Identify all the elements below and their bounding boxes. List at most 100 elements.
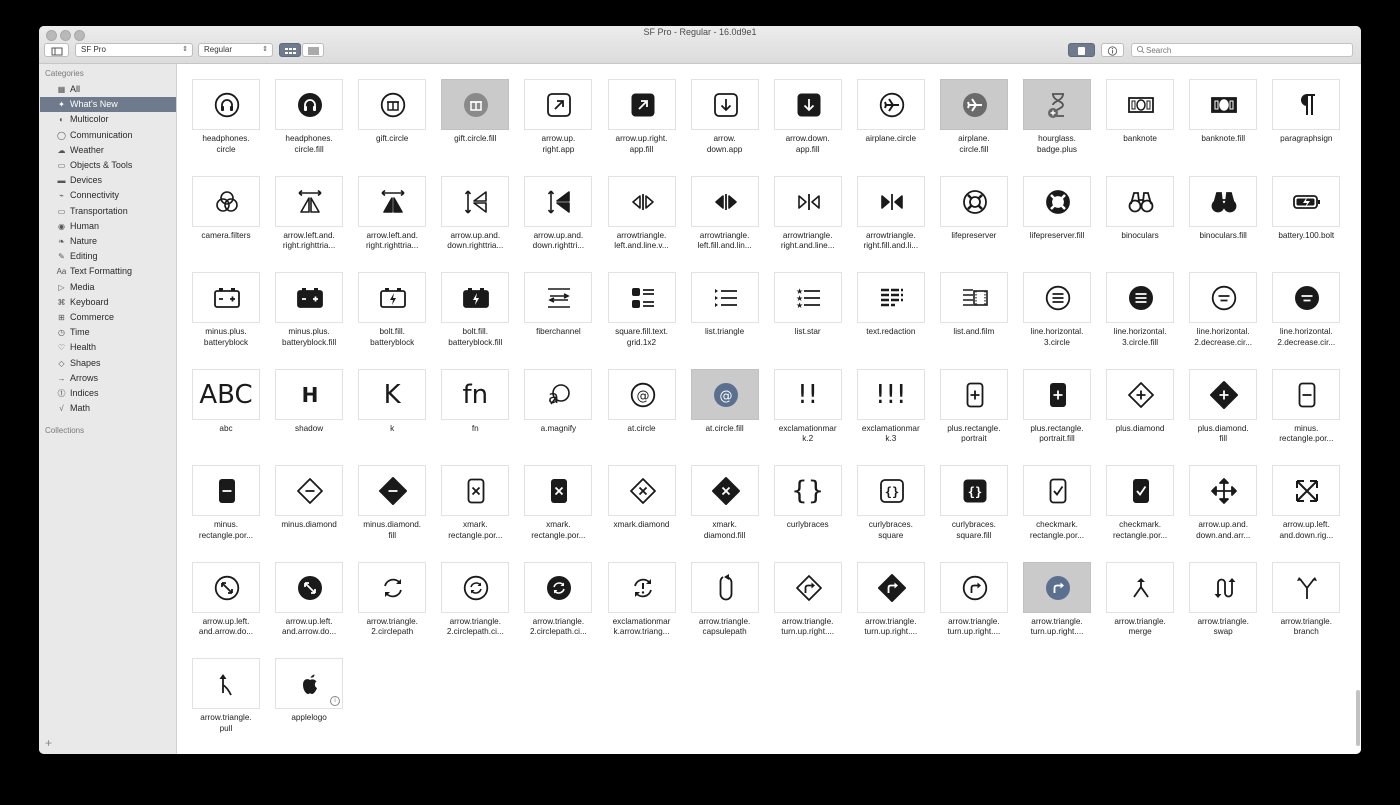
symbol-tile[interactable]: [1023, 561, 1091, 613]
symbol-tile[interactable]: [1189, 272, 1258, 323]
symbol-tile[interactable]: [607, 561, 676, 613]
sidebar-item[interactable]: ⌘ Keyboard: [40, 295, 176, 310]
symbol-tile[interactable]: [690, 79, 759, 130]
add-collection-button[interactable]: +: [45, 736, 52, 750]
symbol-tile[interactable]: [441, 465, 510, 516]
sidebar-item[interactable]: ⌁ Connectivity: [40, 188, 176, 203]
symbol-tile[interactable]: [690, 465, 759, 516]
symbol-tile[interactable]: [856, 272, 925, 323]
symbol-tile[interactable]: [1106, 175, 1175, 227]
symbol-tile[interactable]: [1272, 175, 1341, 227]
symbol-tile[interactable]: [1189, 368, 1258, 420]
symbol-tile[interactable]: [607, 272, 676, 323]
symbol-tile[interactable]: [1106, 272, 1175, 323]
symbol-tile[interactable]: [1272, 368, 1341, 420]
sidebar-item[interactable]: ⊞ Commerce: [40, 310, 176, 325]
symbol-tile[interactable]: [275, 561, 344, 613]
symbol-tile[interactable]: [1023, 272, 1091, 323]
symbol-tile[interactable]: [358, 175, 427, 227]
symbol-tile[interactable]: [939, 368, 1008, 420]
symbol-tile[interactable]: ABC: [192, 368, 260, 420]
symbol-tile[interactable]: [607, 79, 676, 130]
sidebar-item[interactable]: ◯ Communication: [40, 128, 176, 143]
sidebar-item[interactable]: ▦ All: [40, 82, 176, 97]
search-input[interactable]: [1146, 44, 1346, 56]
symbol-tile[interactable]: [1272, 272, 1341, 323]
symbol-tile[interactable]: [1106, 368, 1175, 420]
sidebar-item[interactable]: ▬ Devices: [40, 173, 176, 188]
symbol-tile[interactable]: [192, 272, 260, 323]
sidebar-item[interactable]: ⓵ Indices: [40, 386, 176, 401]
sidebar-item[interactable]: ◐ Multicolor: [40, 112, 176, 127]
symbol-tile[interactable]: [607, 175, 676, 227]
symbol-tile[interactable]: [939, 272, 1008, 323]
symbol-tile[interactable]: [1023, 175, 1091, 227]
symbol-tile[interactable]: [856, 561, 925, 613]
symbol-tile[interactable]: [1272, 561, 1341, 613]
symbol-tile[interactable]: [773, 561, 842, 613]
symbol-tile[interactable]: H: [275, 368, 344, 420]
symbol-tile[interactable]: [358, 561, 427, 613]
search-field[interactable]: [1131, 43, 1353, 57]
symbol-tile[interactable]: i: [275, 658, 344, 709]
symbol-tile[interactable]: [192, 561, 260, 613]
symbol-tile[interactable]: [275, 79, 344, 130]
symbol-tile[interactable]: [524, 79, 593, 130]
symbol-tile[interactable]: [939, 561, 1008, 613]
symbol-tile[interactable]: [1106, 79, 1175, 130]
symbol-tile[interactable]: [1272, 465, 1341, 516]
font-family-select[interactable]: SF Pro ⇕: [75, 43, 193, 57]
symbol-tile[interactable]: @: [690, 368, 759, 420]
sidebar-item[interactable]: ▭ Transportation: [40, 204, 176, 219]
symbol-tile[interactable]: [773, 175, 842, 227]
info-button[interactable]: [1101, 43, 1124, 57]
symbol-tile[interactable]: @: [607, 368, 676, 420]
font-weight-select[interactable]: Regular ⇕: [198, 43, 273, 57]
symbol-tile[interactable]: [192, 175, 260, 227]
symbol-tile[interactable]: [192, 79, 260, 130]
symbol-tile[interactable]: !!!: [856, 368, 925, 420]
symbol-tile[interactable]: [856, 79, 925, 130]
info-icon[interactable]: i: [330, 696, 341, 706]
symbol-tile[interactable]: {}: [939, 465, 1008, 516]
vertical-scrollbar[interactable]: [1355, 690, 1361, 754]
symbol-tile[interactable]: [358, 465, 427, 516]
symbol-tile[interactable]: {}: [856, 465, 925, 516]
symbol-tile[interactable]: [1189, 561, 1258, 613]
symbol-tile[interactable]: [856, 175, 925, 227]
symbol-tile[interactable]: [690, 561, 759, 613]
symbol-tile[interactable]: [275, 465, 344, 516]
symbol-tile[interactable]: [773, 79, 842, 130]
sidebar-item[interactable]: ✎ Editing: [40, 249, 176, 264]
sidebar-item[interactable]: Aa Text Formatting: [40, 264, 176, 279]
symbol-tile[interactable]: {}: [773, 465, 842, 516]
scrollbar-thumb[interactable]: [1356, 690, 1360, 746]
symbol-tile[interactable]: K: [358, 368, 427, 420]
grid-view-button[interactable]: [279, 43, 301, 57]
symbol-tile[interactable]: [441, 175, 510, 227]
sidebar-item[interactable]: ▭ Objects & Tools: [40, 158, 176, 173]
symbol-tile[interactable]: [275, 272, 344, 323]
symbol-tile[interactable]: [1272, 79, 1341, 130]
symbol-tile[interactable]: fn: [441, 368, 510, 420]
sidebar-item[interactable]: ❧ Nature: [40, 234, 176, 249]
list-view-button[interactable]: [302, 43, 324, 57]
sidebar-toggle-button[interactable]: [44, 43, 69, 57]
symbol-tile[interactable]: [441, 272, 510, 323]
symbol-tile[interactable]: [192, 658, 260, 709]
symbol-tile[interactable]: [1023, 465, 1091, 516]
symbol-tile[interactable]: [939, 79, 1008, 130]
preview-toggle-button[interactable]: [1068, 43, 1095, 57]
symbol-tile[interactable]: a: [524, 368, 593, 420]
symbol-tile[interactable]: [441, 561, 510, 613]
symbol-tile[interactable]: [1189, 79, 1258, 130]
symbol-tile[interactable]: !!: [773, 368, 842, 420]
symbol-tile[interactable]: [1023, 79, 1091, 130]
symbol-tile[interactable]: [607, 465, 676, 516]
symbol-tile[interactable]: ★ ★ ★: [773, 272, 842, 323]
sidebar-item[interactable]: ✦ What's New: [40, 97, 176, 113]
symbol-tile[interactable]: [441, 79, 510, 130]
symbol-tile[interactable]: [1189, 175, 1258, 227]
symbol-tile[interactable]: [524, 465, 593, 516]
symbol-tile[interactable]: [192, 465, 260, 516]
